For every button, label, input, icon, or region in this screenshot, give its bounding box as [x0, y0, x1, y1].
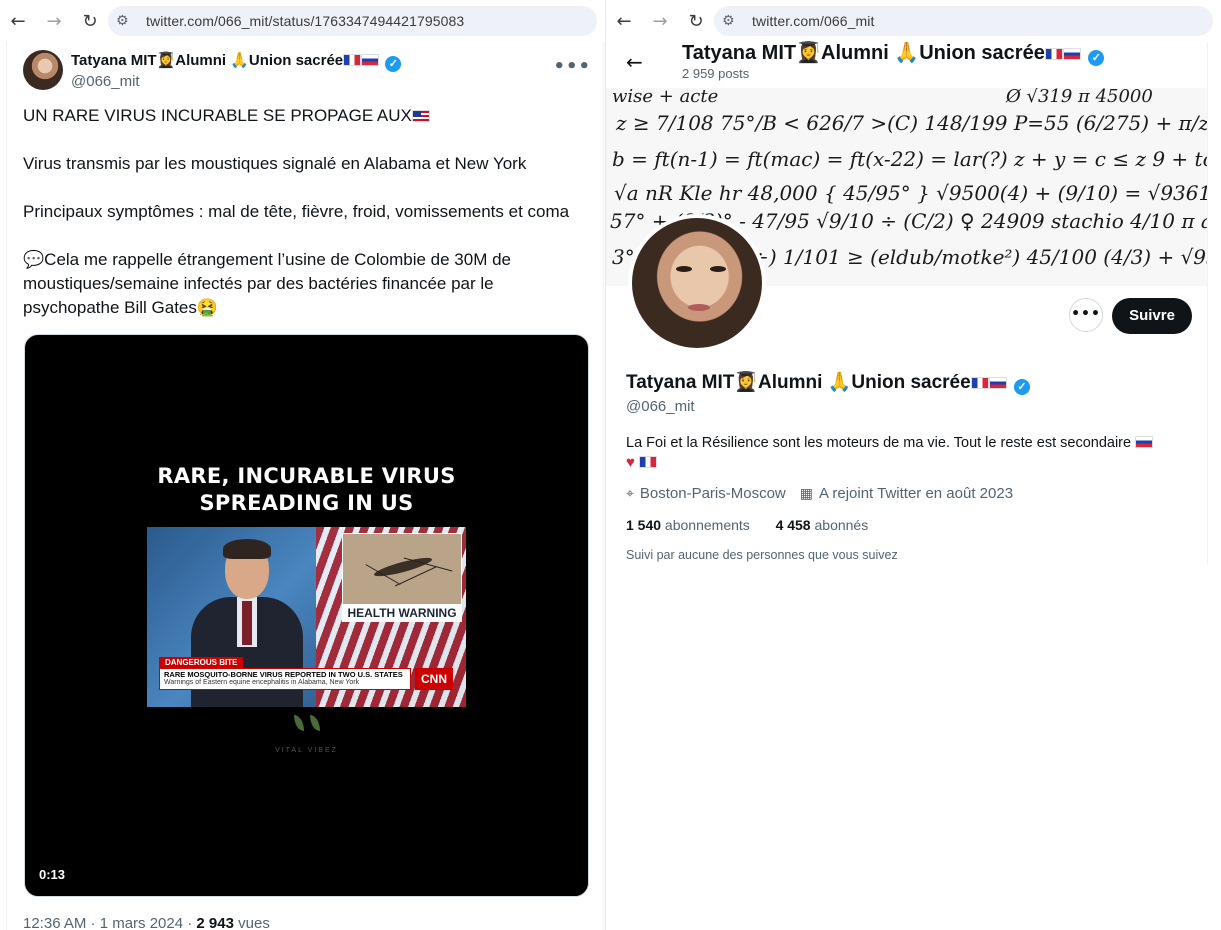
- calendar-icon: ▦: [799, 485, 814, 501]
- profile-name-text: Tatyana MIT👩‍🎓Alumni 🙏Union sacrée: [626, 372, 971, 393]
- back-arrow-icon[interactable]: ←: [626, 50, 643, 74]
- forward-icon[interactable]: →: [36, 3, 72, 39]
- site-settings-icon[interactable]: ⚙: [116, 13, 138, 29]
- news-clip-frame: HEALTH WARNING DANGEROUS BITE RARE MOSQU…: [147, 527, 466, 707]
- follow-button[interactable]: Suivre: [1112, 298, 1192, 334]
- back-icon[interactable]: ←: [606, 3, 642, 39]
- russia-flag-icon: [988, 377, 1007, 389]
- tweet-text-line: Virus transmis par les moustiques signal…: [23, 154, 527, 173]
- more-options-icon[interactable]: •••: [553, 56, 591, 77]
- leaf-logo-icon: [287, 715, 327, 733]
- profile-location: Boston-Paris-Moscow: [639, 485, 786, 502]
- banner-scribble: wise + acte: [612, 88, 718, 107]
- video-title-line: RARE, INCURABLE VIRUS: [157, 464, 456, 488]
- forward-icon[interactable]: →: [642, 3, 678, 39]
- banner-scribble: z ≥ 7/108 75°/B < 626/7 >(C) 148/199 P=5…: [615, 111, 1208, 135]
- following-link[interactable]: 1 540 abonnements: [626, 517, 750, 533]
- verified-badge-icon: ✓: [1088, 50, 1105, 66]
- france-flag-icon: [638, 456, 657, 468]
- russia-flag-icon: [361, 54, 380, 66]
- france-flag-icon: [1044, 48, 1063, 60]
- profile-bio: La Foi et la Résilience sont les moteurs…: [626, 433, 1186, 473]
- followers-link[interactable]: 4 458 abonnés: [776, 517, 869, 533]
- tweet-meta: 12:36 AM · 1 mars 2024 · 2 943 vues: [23, 915, 270, 930]
- back-icon[interactable]: ←: [0, 3, 36, 39]
- banner-scribble: Ø √319 π 45000: [1005, 88, 1153, 107]
- france-flag-icon: [970, 377, 989, 389]
- news-banner: RARE MOSQUITO-BORNE VIRUS REPORTED IN TW…: [159, 668, 411, 690]
- avatar-eye: [710, 266, 726, 272]
- address-bar[interactable]: ⚙ twitter.com/066_mit/status/17633474944…: [108, 6, 597, 36]
- post-count: 2 959 posts: [682, 66, 750, 81]
- tweet-headline: UN RARE VIRUS INCURABLE SE PROPAGE AUX: [23, 106, 412, 125]
- video-title-line: SPREADING IN US: [199, 491, 414, 515]
- cnn-logo: CNN: [415, 668, 453, 690]
- avatar[interactable]: [23, 50, 63, 90]
- avatar-eye: [676, 266, 692, 272]
- profile-top-bar: ← Tatyana MIT👩‍🎓Alumni 🙏Union sacrée ✓ 2…: [606, 42, 1208, 88]
- browser-toolbar: ← → ↻ ⚙ twitter.com/066_mit: [606, 0, 1221, 42]
- reload-icon[interactable]: ↻: [678, 3, 714, 39]
- url-text[interactable]: twitter.com/066_mit/status/1763347494421…: [146, 13, 464, 29]
- news-subline: Warnings of Eastern equine encephalitis …: [164, 679, 360, 686]
- france-flag-icon: [343, 54, 362, 66]
- more-options-button[interactable]: •••: [1069, 298, 1103, 332]
- profile-stats: 1 540 abonnements 4 458 abonnés: [626, 517, 868, 533]
- top-bar-name: Tatyana MIT👩‍🎓Alumni 🙏Union sacrée ✓: [682, 40, 1105, 66]
- tweet-text-line: 💬Cela me rappelle étrangement l’usine de…: [23, 250, 511, 317]
- profile-meta: ⌖ Boston-Paris-Moscow ▦ A rejoint Twitte…: [626, 485, 1013, 502]
- url-text[interactable]: twitter.com/066_mit: [752, 13, 875, 29]
- news-lower-third: DANGEROUS BITE RARE MOSQUITO-BORNE VIRUS…: [159, 657, 455, 701]
- followed-by-note: Suivi par aucune des personnes que vous …: [626, 548, 898, 562]
- health-warning-label: HEALTH WARNING: [342, 604, 462, 622]
- following-label[interactable]: abonnements: [661, 517, 750, 533]
- top-bar-name-text: Tatyana MIT👩‍🎓Alumni 🙏Union sacrée: [682, 42, 1045, 64]
- usa-flag-icon: [411, 110, 430, 122]
- profile-name: Tatyana MIT👩‍🎓Alumni 🙏Union sacrée ✓: [626, 370, 1030, 395]
- location-icon: ⌖: [626, 485, 634, 501]
- profile-joined: A rejoint Twitter en août 2023: [819, 485, 1014, 502]
- tweet-timestamp[interactable]: 12:36 AM · 1 mars 2024 ·: [23, 915, 196, 930]
- view-count: 2 943: [196, 915, 234, 930]
- avatar-lips: [688, 304, 710, 311]
- tweet-header: Tatyana MIT👩‍🎓Alumni 🙏Union sacrée ✓ @06…: [23, 50, 593, 96]
- author-name[interactable]: Tatyana MIT👩‍🎓Alumni 🙏Union sacrée: [71, 52, 343, 69]
- tweet-text: UN RARE VIRUS INCURABLE SE PROPAGE AUX V…: [23, 104, 593, 320]
- news-tag: DANGEROUS BITE: [159, 657, 244, 668]
- banner-scribble: b = ft(n-1) = ft(mac) = ft(x-22) = lar(?…: [612, 147, 1208, 171]
- profile-handle: @066_mit: [626, 398, 695, 415]
- brand-name: VITAL VIBEZ: [275, 747, 338, 754]
- banner-scribble: √a nR Kle hr 48,000 { 45/95° } √9500(4) …: [614, 181, 1208, 205]
- anchor-tie: [242, 601, 252, 645]
- news-headline: RARE MOSQUITO-BORNE VIRUS REPORTED IN TW…: [164, 670, 403, 679]
- tweet-text-line: Principaux symptômes : mal de tête, fièv…: [23, 202, 570, 221]
- reload-icon[interactable]: ↻: [72, 3, 108, 39]
- heart-icon: ♥: [626, 454, 635, 471]
- tweet-window: ← → ↻ ⚙ twitter.com/066_mit/status/17633…: [0, 0, 605, 930]
- author-handle[interactable]: @066_mit: [71, 73, 140, 90]
- site-settings-icon[interactable]: ⚙: [722, 13, 744, 29]
- bio-text: La Foi et la Résilience sont les moteurs…: [626, 435, 1132, 451]
- video-title: RARE, INCURABLE VIRUS SPREADING IN US: [25, 463, 588, 517]
- video-duration: 0:13: [39, 867, 66, 882]
- profile-avatar[interactable]: [628, 214, 766, 352]
- author-name-line[interactable]: Tatyana MIT👩‍🎓Alumni 🙏Union sacrée ✓: [71, 51, 402, 72]
- address-bar[interactable]: ⚙ twitter.com/066_mit: [714, 6, 1213, 36]
- russia-flag-icon: [1062, 48, 1081, 60]
- profile-window: ← → ↻ ⚙ twitter.com/066_mit wise + acte …: [605, 0, 1221, 930]
- browser-toolbar: ← → ↻ ⚙ twitter.com/066_mit/status/17633…: [0, 0, 605, 42]
- column-divider: [1207, 88, 1208, 564]
- views-label: vues: [233, 915, 270, 930]
- verified-badge-icon[interactable]: ✓: [1013, 379, 1030, 395]
- followers-label[interactable]: abonnés: [811, 517, 868, 533]
- followers-count[interactable]: 4 458: [776, 517, 811, 533]
- verified-badge-icon: ✓: [385, 56, 402, 72]
- video-player[interactable]: RARE, INCURABLE VIRUS SPREADING IN US HE…: [24, 334, 589, 897]
- tweet-card: Tatyana MIT👩‍🎓Alumni 🙏Union sacrée ✓ @06…: [6, 42, 604, 930]
- tweet-text-line: UN RARE VIRUS INCURABLE SE PROPAGE AUX: [23, 104, 593, 128]
- anchor-hair: [223, 539, 271, 559]
- russia-flag-icon: [1135, 436, 1154, 448]
- following-count[interactable]: 1 540: [626, 517, 661, 533]
